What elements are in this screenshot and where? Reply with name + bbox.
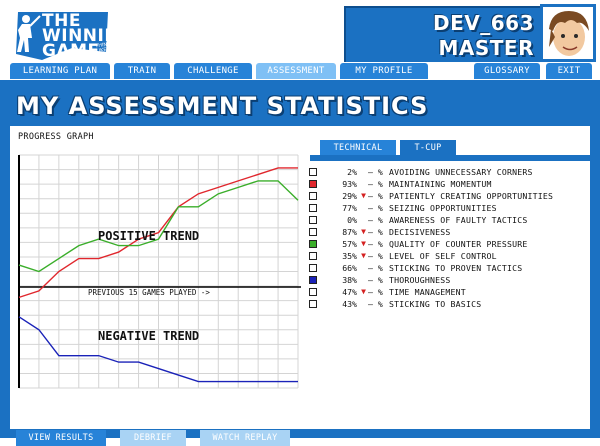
series-toggle-checkbox[interactable] — [309, 168, 317, 176]
down-arrow-icon: ▼ — [361, 287, 366, 296]
stat-name: AVOIDING UNNECESSARY CORNERS — [389, 167, 533, 177]
stat-name: AWARENESS OF FAULTY TACTICS — [389, 215, 528, 225]
stat-row[interactable]: 47% ▼ — % TIME MANAGEMENT — [307, 286, 590, 298]
assessment-panel: PROGRESS GRAPH POSITIVE TREND PREVIOUS 1… — [10, 126, 590, 446]
down-arrow-icon: ▼ — [361, 239, 366, 248]
stat-row[interactable]: 35% ▼ — % LEVEL OF SELF CONTROL — [307, 250, 590, 262]
main-nav: LEARNING PLAN TRAIN CHALLENGE ASSESSMENT… — [0, 62, 600, 80]
series-toggle-checkbox[interactable] — [309, 288, 317, 296]
stat-row[interactable]: 29% ▼ — % PATIENTLY CREATING OPPORTUNITIES — [307, 190, 590, 202]
series-toggle-checkbox[interactable] — [309, 264, 317, 272]
stat-name: SEIZING OPPORTUNITIES — [389, 203, 497, 213]
series-toggle-checkbox[interactable] — [309, 180, 317, 188]
user-rank: MASTER — [438, 36, 534, 60]
graph-grid — [18, 154, 299, 389]
tab-train[interactable]: TRAIN — [114, 63, 170, 79]
stat-name: QUALITY OF COUNTER PRESSURE — [389, 239, 528, 249]
stats-list: 2% — % AVOIDING UNNECESSARY CORNERS 93% — % M… — [307, 166, 590, 310]
stat-separator: — % — [368, 203, 383, 213]
stat-percent: 29% — [342, 191, 357, 201]
tab-assessment[interactable]: ASSESSMENT — [256, 63, 336, 79]
stat-row[interactable]: 66% — % STICKING TO PROVEN TACTICS — [307, 262, 590, 274]
series-toggle-checkbox[interactable] — [309, 228, 317, 236]
stat-name: LEVEL OF SELF CONTROL — [389, 251, 497, 261]
main-content: MY ASSESSMENT STATISTICS PROGRESS GRAPH … — [0, 80, 600, 446]
series-toggle-checkbox[interactable] — [309, 252, 317, 260]
logo-text: THE WINNING GAME — [42, 13, 134, 61]
stat-percent: 57% — [342, 239, 357, 249]
stat-row[interactable]: 0% — % AWARENESS OF FAULTY TACTICS — [307, 214, 590, 226]
stat-separator: — % — [368, 215, 383, 225]
avatar[interactable] — [540, 4, 596, 62]
page-title: MY ASSESSMENT STATISTICS — [16, 92, 429, 120]
logo[interactable]: THE WINNING GAME THINK LIKE A WINNER — [12, 8, 133, 64]
down-arrow-icon: ▼ — [361, 251, 366, 260]
logo-tagline: THINK LIKE A WINNER — [94, 41, 118, 60]
stat-separator: — % — [368, 191, 383, 201]
stat-separator: — % — [368, 227, 383, 237]
stat-row[interactable]: 93% — % MAINTAINING MOMENTUM — [307, 178, 590, 190]
series-toggle-checkbox[interactable] — [309, 300, 317, 308]
stat-percent: 87% — [342, 227, 357, 237]
tab-challenge[interactable]: CHALLENGE — [174, 63, 252, 79]
axis-caption: PREVIOUS 15 GAMES PLAYED -> — [88, 288, 210, 297]
down-arrow-icon: ▼ — [361, 191, 366, 200]
stat-name: TIME MANAGEMENT — [389, 287, 466, 297]
stat-percent: 2% — [347, 167, 357, 177]
stat-separator: — % — [368, 251, 383, 261]
progress-graph: POSITIVE TREND PREVIOUS 15 GAMES PLAYED … — [18, 154, 301, 389]
tab-glossary[interactable]: GLOSSARY — [474, 63, 540, 79]
stat-row[interactable]: 2% — % AVOIDING UNNECESSARY CORNERS — [307, 166, 590, 178]
progress-graph-label: PROGRESS GRAPH — [18, 132, 94, 142]
stat-separator: — % — [368, 179, 383, 189]
stat-separator: — % — [368, 167, 383, 177]
stat-percent: 93% — [342, 179, 357, 189]
stat-separator: — % — [368, 287, 383, 297]
stat-row[interactable]: 87% ▼ — % DECISIVENESS — [307, 226, 590, 238]
stat-separator: — % — [368, 275, 383, 285]
stat-row[interactable]: 57% ▼ — % QUALITY OF COUNTER PRESSURE — [307, 238, 590, 250]
stat-percent: 35% — [342, 251, 357, 261]
stat-separator: — % — [368, 239, 383, 249]
avatar-face-icon — [543, 7, 593, 59]
username: DEV_663 — [433, 11, 534, 35]
negative-trend-label: NEGATIVE TREND — [98, 329, 199, 343]
positive-trend-label: POSITIVE TREND — [98, 229, 199, 243]
stat-percent: 47% — [342, 287, 357, 297]
series-toggle-checkbox[interactable] — [309, 216, 317, 224]
tab-exit[interactable]: EXIT — [546, 63, 592, 79]
series-toggle-checkbox[interactable] — [309, 276, 317, 284]
watch-replay-button[interactable]: WATCH REPLAY — [200, 430, 290, 446]
header: THE WINNING GAME THINK LIKE A WINNER DEV… — [0, 0, 600, 82]
series-toggle-checkbox[interactable] — [309, 192, 317, 200]
logo-line3: GAME — [42, 41, 100, 61]
tab-my-profile[interactable]: MY PROFILE — [340, 63, 428, 79]
stats-tab-underline — [310, 155, 590, 161]
tab-learning-plan[interactable]: LEARNING PLAN — [10, 63, 110, 79]
stat-percent: 77% — [342, 203, 357, 213]
tab-t-cup[interactable]: T-CUP — [400, 140, 456, 156]
stat-name: MAINTAINING MOMENTUM — [389, 179, 492, 189]
stat-row[interactable]: 77% — % SEIZING OPPORTUNITIES — [307, 202, 590, 214]
stat-separator: — % — [368, 263, 383, 273]
user-panel: DEV_663 MASTER — [344, 6, 542, 64]
debrief-button[interactable]: DEBRIEF — [120, 430, 186, 446]
stat-name: STICKING TO PROVEN TACTICS — [389, 263, 523, 273]
down-arrow-icon: ▼ — [361, 227, 366, 236]
stat-percent: 66% — [342, 263, 357, 273]
stat-row[interactable]: 38% — % THOROUGHNESS — [307, 274, 590, 286]
stat-name: DECISIVENESS — [389, 227, 451, 237]
tab-technical[interactable]: TECHNICAL — [320, 140, 396, 156]
stat-name: STICKING TO BASICS — [389, 299, 482, 309]
stat-row[interactable]: 43% — % STICKING TO BASICS — [307, 298, 590, 310]
stat-name: THOROUGHNESS — [389, 275, 451, 285]
series-toggle-checkbox[interactable] — [309, 240, 317, 248]
stat-percent: 0% — [347, 215, 357, 225]
stat-percent: 43% — [342, 299, 357, 309]
view-results-button[interactable]: VIEW RESULTS — [16, 430, 106, 446]
series-toggle-checkbox[interactable] — [309, 204, 317, 212]
stat-name: PATIENTLY CREATING OPPORTUNITIES — [389, 191, 554, 201]
stat-separator: — % — [368, 299, 383, 309]
stat-percent: 38% — [342, 275, 357, 285]
